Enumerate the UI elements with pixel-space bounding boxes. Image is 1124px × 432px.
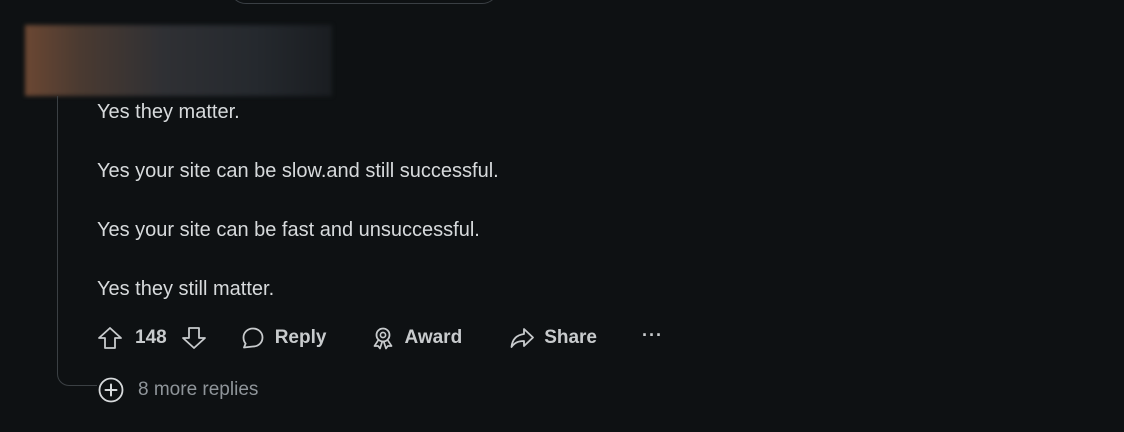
more-replies-label: 8 more replies <box>138 379 259 400</box>
redacted-author-header <box>25 25 332 96</box>
share-button[interactable]: Share <box>509 326 597 350</box>
reply-label: Reply <box>274 327 327 348</box>
plus-circle-icon <box>97 376 125 404</box>
speech-bubble-icon <box>241 326 265 350</box>
arrow-up-icon[interactable] <box>97 326 123 350</box>
more-options-button[interactable]: ··· <box>642 326 663 346</box>
ribbon-icon <box>371 326 395 350</box>
award-label: Award <box>404 327 463 348</box>
reply-button[interactable]: Reply <box>241 326 327 350</box>
comment-body: Yes they matter. Yes your site can be sl… <box>97 101 997 337</box>
share-label: Share <box>544 327 597 348</box>
award-button[interactable]: Award <box>371 326 462 350</box>
vote-count: 148 <box>135 327 167 348</box>
comment-paragraph: Yes they still matter. <box>97 278 275 300</box>
comment-paragraph: Yes they matter. <box>97 101 240 123</box>
comment-paragraph: Yes your site can be fast and unsuccessf… <box>97 219 480 241</box>
comment-action-bar: 148 Reply Award Share ··· <box>97 321 663 355</box>
share-arrow-icon <box>509 326 535 350</box>
thread-line[interactable] <box>57 96 97 386</box>
arrow-down-icon[interactable] <box>181 326 207 350</box>
more-replies-button[interactable]: 8 more replies <box>97 376 265 404</box>
comment-paragraph: Yes your site can be slow.and still succ… <box>97 160 499 182</box>
search-pill[interactable] <box>229 0 499 4</box>
